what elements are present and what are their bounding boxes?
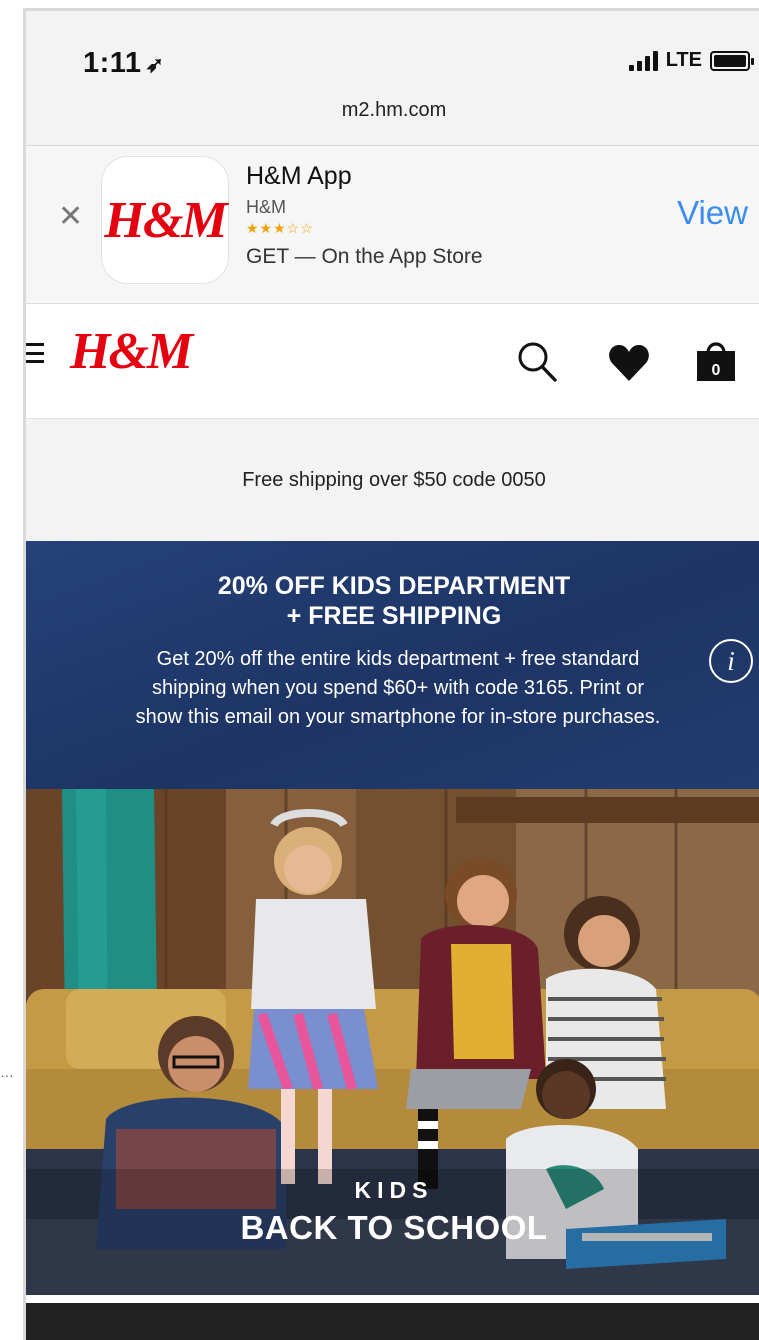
hero-title: BACK TO SCHOOL — [240, 1209, 548, 1246]
app-developer: H&M — [246, 197, 286, 217]
bag-icon[interactable]: 0 — [694, 337, 738, 383]
footer-bar — [26, 1303, 759, 1340]
app-store-banner: ✕ H&M H&M App H&M ★★★☆☆ GET — On the App… — [26, 146, 759, 304]
info-icon[interactable]: i — [709, 639, 753, 683]
site-logo-text: H&M — [70, 323, 193, 380]
status-time-text: 1:11 — [83, 47, 142, 79]
promo-title-line2: + FREE SHIPPING — [286, 602, 502, 630]
site-logo[interactable]: H&M — [70, 322, 193, 381]
app-get-text: GET — On the App Store — [246, 245, 483, 268]
search-icon[interactable] — [517, 341, 557, 383]
battery-icon — [710, 50, 754, 71]
promo-body: Get 20% off the entire kids department +… — [135, 648, 661, 728]
url-bar[interactable]: m2.hm.com — [26, 99, 759, 122]
page: … 1:11➶ LTE m2.hm.com ✕ H&M H&M App H&M — [0, 0, 759, 1340]
app-title: H&M App — [246, 162, 352, 190]
shipping-text: Free shipping over $50 code 0050 — [242, 468, 546, 491]
carrier-label: LTE — [665, 49, 702, 71]
promo-banner[interactable]: 20% OFF KIDS DEPARTMENT + FREE SHIPPING … — [26, 541, 759, 789]
status-indicators: LTE — [628, 49, 754, 72]
status-time: 1:11 ➶ — [83, 47, 164, 80]
app-rating-stars: ★★★☆☆ — [246, 220, 314, 236]
heart-icon[interactable] — [608, 344, 650, 382]
signal-icon — [628, 50, 658, 71]
status-bar: 1:11 ➶ LTE m2.hm.com — [26, 11, 759, 146]
menu-icon[interactable] — [26, 343, 44, 363]
edge-dots: … — [0, 1064, 15, 1080]
promo-title-line1: 20% OFF KIDS DEPARTMENT — [217, 572, 571, 600]
location-arrow-icon: ➶ — [145, 52, 165, 77]
close-icon[interactable]: ✕ — [58, 202, 83, 232]
promo-title: 20% OFF KIDS DEPARTMENT + FREE SHIPPING — [26, 571, 759, 631]
app-icon-logo: H&M — [104, 191, 227, 249]
shipping-banner[interactable]: Free shipping over $50 code 0050 — [26, 419, 759, 541]
view-app-button[interactable]: View — [677, 194, 748, 232]
hero-banner[interactable]: KIDS BACK TO SCHOOL — [26, 789, 759, 1295]
phone-screen: 1:11 ➶ LTE m2.hm.com ✕ H&M H&M App H&M ★★… — [23, 8, 759, 1340]
app-icon[interactable]: H&M — [102, 157, 228, 283]
site-header: H&M 0 — [26, 304, 759, 419]
hero-subtitle: KIDS — [354, 1177, 434, 1203]
bag-count: 0 — [712, 362, 721, 379]
